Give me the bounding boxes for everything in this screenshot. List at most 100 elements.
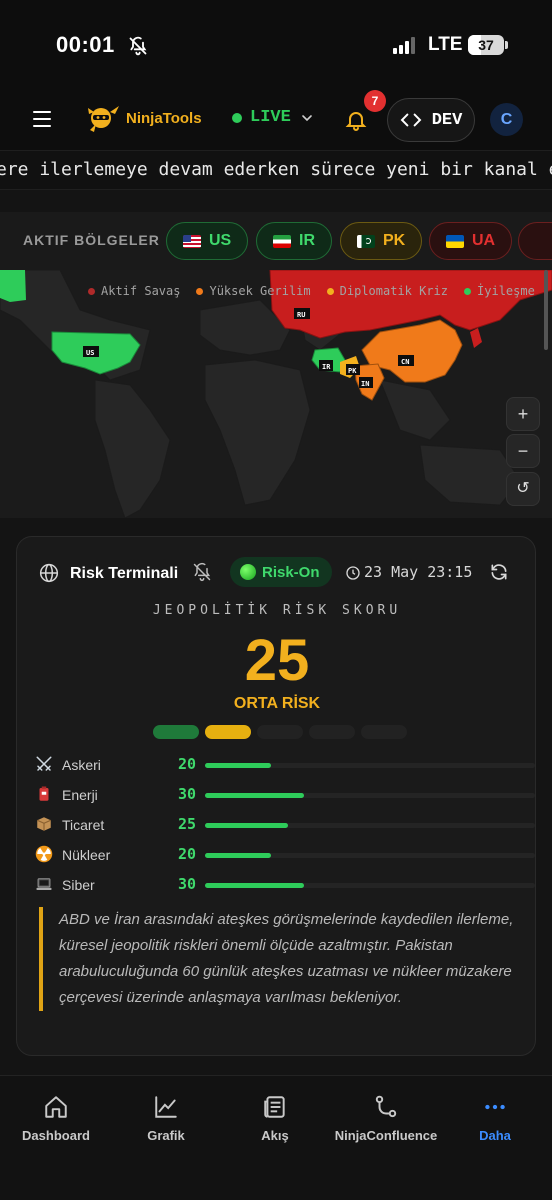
metric-value: 30 — [178, 785, 197, 803]
nav-grafik[interactable]: Grafik — [140, 1092, 192, 1143]
risk-summary-text: ABD ve İran arasındaki ateşkes görüşmele… — [59, 911, 514, 1006]
metric-value: 20 — [178, 755, 197, 773]
globe-icon — [39, 563, 59, 583]
bell-off-icon[interactable] — [192, 562, 212, 582]
metric-bar — [205, 883, 535, 888]
dev-button[interactable]: DEV — [387, 98, 475, 142]
refresh-icon[interactable] — [489, 562, 509, 582]
legend-dot — [464, 287, 472, 295]
legend-item: Yüksek Gerilim — [196, 284, 311, 298]
nav-label: NinjaConfluence — [334, 1128, 438, 1143]
bell-icon[interactable] — [344, 108, 368, 132]
card-title: Risk Terminali — [70, 565, 179, 582]
dev-label: DEV — [431, 110, 463, 130]
bottom-nav: Dashboard Grafik Akış NinjaConfluence Da… — [0, 1075, 552, 1200]
timestamp: 23 May 23:15 — [364, 563, 473, 581]
live-label: LIVE — [250, 108, 291, 127]
map-legend: Aktif Savaş Yüksek Gerilim Diplomatik Kr… — [88, 284, 535, 298]
notification-badge: 7 — [364, 90, 386, 112]
legend-item: İyileşme — [464, 284, 535, 298]
status-bar: 00:01 LTE 37 — [0, 0, 552, 90]
us-flag-icon — [183, 234, 201, 248]
region-code: US — [209, 232, 232, 249]
zoom-in-button[interactable]: + — [506, 397, 540, 431]
scrollbar[interactable] — [544, 270, 548, 350]
live-selector[interactable]: LIVE — [232, 108, 315, 127]
legend-dot — [326, 287, 334, 295]
risk-scale-segment — [153, 725, 199, 739]
home-icon — [45, 1096, 67, 1118]
metric-bar — [205, 793, 535, 798]
battery-icon: 37 — [468, 35, 504, 55]
zoom-out-button[interactable]: − — [506, 434, 540, 468]
branch-icon — [375, 1095, 397, 1118]
metric-label: Nükleer — [62, 847, 111, 863]
battery-level: 37 — [478, 37, 494, 53]
regions-title: AKTIF BÖLGELER — [23, 232, 160, 248]
country-label-pk: PK — [348, 367, 357, 375]
risk-scale-segment — [309, 725, 355, 739]
country-label-cn: CN — [401, 358, 409, 366]
ninja-logo-icon — [88, 106, 119, 132]
region-chip-ua[interactable]: UA — [429, 222, 513, 260]
feed-icon — [264, 1096, 285, 1118]
laptop-icon — [36, 878, 52, 890]
app-header: NinjaTools LIVE 7 DEV C — [0, 90, 552, 150]
chevron-down-icon — [302, 114, 312, 121]
nav-daha[interactable]: Daha — [474, 1092, 516, 1143]
risk-scale-segment — [205, 725, 251, 739]
country-label-us: US — [86, 349, 94, 357]
risk-level: ORTA RİSK — [233, 695, 321, 712]
metric-value: 30 — [178, 875, 197, 893]
ticker-text: ere ilerlemeye devam ederken sürece yeni… — [0, 159, 552, 180]
nav-label: Daha — [479, 1128, 511, 1143]
metric-value: 20 — [178, 845, 197, 863]
risk-scale-segment — [257, 725, 303, 739]
metric-row-enerji: Enerji 30 — [33, 782, 535, 808]
risk-terminal-card: Risk Terminali Risk-On 23 May 23:15 JEOP… — [16, 536, 536, 1056]
region-chip-more[interactable] — [518, 222, 552, 260]
region-code: UA — [472, 232, 496, 249]
logo[interactable]: NinjaTools — [84, 100, 202, 136]
nav-label: Dashboard — [22, 1128, 90, 1143]
metric-bar-fill — [205, 883, 304, 888]
ukraine-flag-icon — [446, 234, 464, 248]
iran-flag-icon — [273, 234, 291, 248]
metric-label: Askeri — [62, 757, 101, 773]
swords-icon — [36, 756, 52, 771]
nav-ninjaconfluence[interactable]: NinjaConfluence — [330, 1092, 442, 1143]
country-label-ir: IR — [322, 363, 331, 371]
reset-view-button[interactable]: ↺ — [506, 472, 540, 506]
metric-row-askeri: Askeri 20 — [33, 752, 535, 778]
region-code: PK — [383, 232, 406, 249]
news-ticker[interactable]: ere ilerlemeye devam ederken sürece yeni… — [0, 150, 552, 190]
nav-label: Grafik — [147, 1128, 185, 1143]
metric-label: Ticaret — [62, 817, 105, 833]
metric-label: Enerji — [62, 787, 98, 803]
code-icon — [400, 113, 422, 127]
nav-dashboard[interactable]: Dashboard — [20, 1092, 92, 1143]
legend-item: Aktif Savaş — [88, 284, 180, 298]
risk-status-badge: Risk-On — [230, 557, 332, 587]
metric-row-siber: Siber 30 — [33, 872, 535, 898]
metric-bar-fill — [205, 853, 271, 858]
risk-score: 25 — [244, 628, 310, 693]
nav-akis[interactable]: Akış — [255, 1092, 295, 1143]
metric-bar — [205, 763, 535, 768]
nav-label: Akış — [261, 1128, 289, 1143]
legend-item: Diplomatik Kriz — [326, 284, 448, 298]
radiation-icon — [35, 845, 53, 863]
metric-bar-fill — [205, 793, 304, 798]
country-label-in: IN — [361, 380, 369, 388]
avatar[interactable]: C — [490, 103, 523, 136]
region-chip-us[interactable]: US — [166, 222, 249, 260]
more-icon — [485, 1104, 505, 1110]
legend-dot — [196, 287, 204, 295]
menu-icon[interactable] — [33, 111, 51, 127]
network-type: LTE — [428, 34, 463, 55]
metric-bar — [205, 823, 535, 828]
legend-dot — [88, 287, 95, 295]
region-chip-pk[interactable]: PK — [340, 222, 423, 260]
region-chip-ir[interactable]: IR — [256, 222, 332, 260]
world-map[interactable]: US RU IR PK IN CN Aktif Savaş Yüksek Ger… — [0, 270, 552, 518]
